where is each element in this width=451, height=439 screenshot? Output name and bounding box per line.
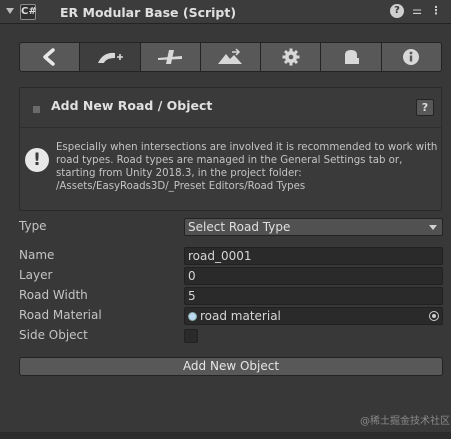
tab-terrain[interactable] [200, 43, 262, 71]
panel-header: Add New Road / Object ? [20, 88, 441, 128]
layer-field[interactable]: 0 [184, 267, 443, 285]
tab-add-road[interactable] [80, 43, 141, 71]
script-component-icon: C# [20, 4, 37, 20]
road-width-field[interactable]: 5 [184, 287, 443, 305]
tab-back[interactable] [20, 43, 81, 71]
help-icon[interactable]: ? [390, 4, 404, 18]
watermark: @稀土掘金技术社区 [360, 416, 450, 427]
side-object-label: Side Object [19, 328, 88, 342]
layer-row: Layer 0 [19, 267, 443, 285]
road-material-field[interactable]: road material [184, 307, 443, 325]
component-title: ER Modular Base (Script) [60, 5, 237, 20]
side-object-icon [345, 50, 360, 64]
chevron-down-icon [429, 225, 437, 230]
tab-side-objects[interactable] [321, 43, 382, 71]
road-material-label: Road Material [19, 308, 102, 322]
tab-info[interactable] [381, 43, 441, 71]
tool-tabs [19, 42, 442, 72]
object-picker-icon[interactable] [429, 311, 439, 321]
intersection-icon [158, 50, 183, 64]
add-road-panel: Add New Road / Object ? ! Especially whe… [19, 87, 442, 211]
warning-icon: ! [25, 148, 49, 172]
panel-help-button[interactable]: ? [416, 99, 434, 116]
terrain-icon [218, 48, 243, 64]
road-material-row: Road Material road material [19, 307, 443, 325]
road-width-label: Road Width [19, 288, 88, 302]
component-header: C# ER Modular Base (Script) ? ⚌ ⋮ [0, 0, 451, 24]
name-field[interactable]: road_0001 [184, 247, 443, 265]
section-marker-icon [33, 106, 40, 113]
name-label: Name [19, 248, 55, 262]
preset-icon[interactable]: ⚌ [410, 4, 424, 18]
more-options-icon[interactable]: ⋮ [429, 4, 443, 18]
gear-icon [282, 48, 300, 66]
layer-label: Layer [19, 268, 53, 282]
info-message: Especially when intersections are involv… [56, 142, 438, 192]
type-row: Type Select Road Type [19, 218, 443, 236]
side-object-checkbox[interactable] [184, 329, 198, 343]
panel-title: Add New Road / Object [51, 98, 213, 113]
foldout-arrow-icon[interactable] [6, 8, 14, 14]
bottom-bar [0, 432, 451, 439]
add-new-object-button[interactable]: Add New Object [19, 357, 443, 376]
road-type-dropdown[interactable]: Select Road Type [184, 218, 443, 236]
add-road-icon [97, 52, 123, 63]
info-icon [403, 49, 420, 65]
name-row: Name road_0001 [19, 247, 443, 265]
road-type-value: Select Road Type [188, 220, 291, 234]
tab-intersections[interactable] [140, 43, 201, 71]
material-icon [188, 312, 197, 321]
back-arrow-icon [42, 48, 55, 66]
type-label: Type [19, 219, 47, 233]
side-object-row: Side Object [19, 327, 443, 345]
tab-settings[interactable] [261, 43, 322, 71]
road-material-value: road material [200, 309, 281, 323]
road-width-row: Road Width 5 [19, 287, 443, 305]
info-help-box: ! Especially when intersections are invo… [20, 129, 441, 210]
